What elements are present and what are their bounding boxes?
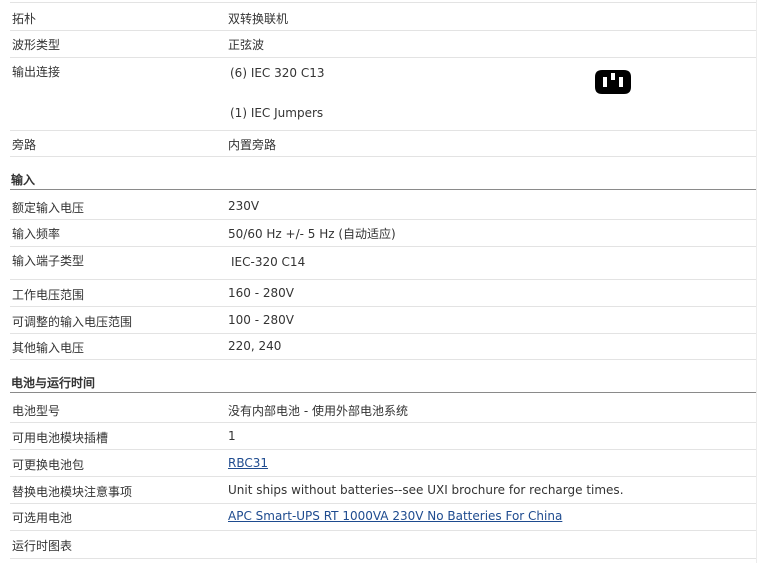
- spec-row-input-connection-type: 输入端子类型 IEC-320 C14: [10, 246, 756, 280]
- spec-label: 其他输入电压: [12, 341, 85, 355]
- spec-label: 拓朴: [12, 12, 37, 26]
- spec-label: 可调整的输入电压范围: [12, 315, 133, 329]
- optional-battery-link[interactable]: APC Smart-UPS RT 1000VA 230V No Batterie…: [228, 509, 562, 523]
- spec-value-secondary: (1) IEC Jumpers: [230, 106, 324, 120]
- spec-row-adjustable-voltage-range: 可调整的输入电压范围 100 - 280V: [10, 306, 756, 334]
- spec-value: 没有内部电池 - 使用外部电池系统: [228, 404, 408, 418]
- spec-label: 替换电池模块注意事项: [12, 485, 133, 499]
- section-header-input: 输入: [10, 156, 756, 190]
- spec-value: 160 - 280V: [228, 286, 294, 300]
- section-title: 输入: [11, 173, 36, 187]
- section-title: 电池与运行时间: [11, 376, 96, 390]
- spec-value: 1: [228, 429, 236, 443]
- spec-value: 230V: [228, 199, 260, 213]
- spec-label: 运行时图表: [12, 539, 73, 553]
- spec-label: 可选用电池: [12, 511, 73, 525]
- spec-row-other-input-voltages: 其他输入电压 220, 240: [10, 333, 756, 360]
- spec-label: 输入端子类型: [12, 254, 85, 268]
- spec-row-operating-voltage-range: 工作电压范围 160 - 280V: [10, 279, 756, 307]
- spec-value: 双转换联机: [228, 12, 289, 26]
- spec-value: 220, 240: [228, 339, 282, 353]
- spec-row-runtime-chart: 运行时图表: [10, 530, 756, 559]
- spec-value: IEC-320 C14: [231, 255, 306, 269]
- spec-value: 50/60 Hz +/- 5 Hz (自动适应): [228, 227, 396, 241]
- rbc31-link[interactable]: RBC31: [228, 456, 268, 470]
- spec-row-optional-battery: 可选用电池 APC Smart-UPS RT 1000VA 230V No Ba…: [10, 503, 756, 531]
- spec-row-bypass: 旁路 内置旁路: [10, 130, 756, 157]
- iec-c13-plug-icon: [595, 70, 631, 94]
- spec-label: 可更换电池包: [12, 458, 85, 472]
- spec-value: (6) IEC 320 C13: [230, 66, 325, 80]
- spec-row-replacement-battery: 可更换电池包 RBC31: [10, 449, 756, 477]
- spec-label: 可用电池模块插槽: [12, 431, 109, 445]
- spec-value: 正弦波: [228, 38, 265, 52]
- spec-row-battery-type: 电池型号 没有内部电池 - 使用外部电池系统: [10, 394, 756, 423]
- spec-label: 输入频率: [12, 227, 61, 241]
- section-header-battery-runtime: 电池与运行时间: [10, 359, 756, 393]
- spec-row-input-frequency: 输入频率 50/60 Hz +/- 5 Hz (自动适应): [10, 219, 756, 247]
- spec-table: 拓朴 双转换联机 波形类型 正弦波 输出连接 (6) IEC 320 C13 (…: [0, 0, 759, 563]
- spec-value: 100 - 280V: [228, 313, 294, 327]
- spec-label: 旁路: [12, 138, 37, 152]
- spec-label: 额定输入电压: [12, 201, 85, 215]
- spec-value: Unit ships without batteries--see UXI br…: [228, 483, 624, 497]
- spec-row-battery-module-slots: 可用电池模块插槽 1: [10, 422, 756, 450]
- spec-row-topology: 拓朴 双转换联机: [10, 3, 756, 31]
- spec-label: 电池型号: [12, 404, 61, 418]
- spec-row-battery-notes: 替换电池模块注意事项 Unit ships without batteries-…: [10, 476, 756, 504]
- spec-label: 波形类型: [12, 38, 61, 52]
- spec-row-output-connections: 输出连接 (6) IEC 320 C13 (1) IEC Jumpers: [10, 57, 756, 131]
- spec-row-waveform: 波形类型 正弦波: [10, 30, 756, 58]
- spec-label: 输出连接: [12, 65, 61, 79]
- spec-row-rated-input-voltage: 额定输入电压 230V: [10, 191, 756, 220]
- page-edge: [756, 0, 757, 563]
- spec-value: 内置旁路: [228, 138, 277, 152]
- spec-label: 工作电压范围: [12, 288, 85, 302]
